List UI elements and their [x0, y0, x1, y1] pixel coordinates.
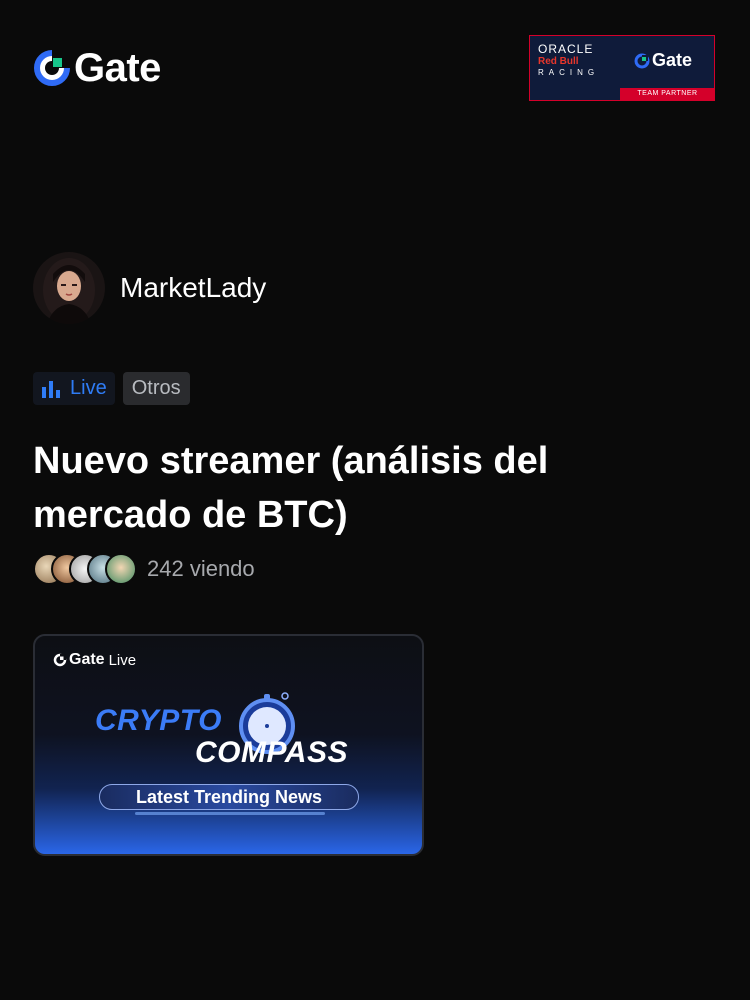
partner-gate-text: Gate: [652, 50, 693, 70]
oracle-text: ORACLE: [538, 42, 594, 56]
team-partner-band: TEAM PARTNER: [620, 88, 715, 100]
live-bars-icon: [42, 380, 60, 398]
oracle-redbull-logo: ORACLE Red Bull RACING: [538, 42, 618, 88]
thumb-brand-text: Gate: [69, 651, 105, 668]
gate-live-logo: Gate Live: [53, 651, 136, 669]
stream-thumbnail[interactable]: Gate Live CRYPTO COMPASS Latest Trending…: [33, 634, 424, 856]
gate-logo[interactable]: Gate: [34, 48, 161, 88]
stream-tags: Live Otros: [33, 372, 190, 405]
partner-gate-logo: Gate: [634, 50, 692, 71]
viewer-avatar: [105, 553, 137, 585]
thumb-pill: Latest Trending News: [99, 784, 359, 810]
avatar-icon[interactable]: [33, 252, 105, 324]
racing-text: RACING: [538, 68, 600, 77]
thumb-line-crypto: CRYPTO: [95, 704, 222, 737]
viewer-avatars: [33, 553, 137, 585]
viewer-count: 242 viendo: [147, 556, 255, 581]
stream-title: Nuevo streamer (análisis del mercado de …: [33, 440, 549, 536]
gate-logo-text: Gate: [74, 46, 161, 90]
category-tag[interactable]: Otros: [122, 372, 190, 405]
header: Gate ORACLE Red Bull RACING Gate TEAM PA…: [0, 0, 750, 130]
live-label: Live: [70, 377, 107, 399]
thumb-line-compass: COMPASS: [195, 736, 348, 769]
live-badge: Live: [33, 372, 115, 405]
partner-banner: ORACLE Red Bull RACING Gate TEAM PARTNER: [529, 35, 715, 101]
streamer-profile[interactable]: MarketLady: [33, 252, 266, 324]
gate-logo-icon: [53, 653, 67, 667]
thumb-brand-suffix: Live: [108, 651, 137, 669]
streamer-name[interactable]: MarketLady: [120, 272, 266, 304]
gate-logo-icon: [634, 53, 650, 68]
redbull-text: Red Bull: [538, 56, 579, 67]
gate-logo-icon: [34, 50, 70, 86]
viewers-row: 242 viendo: [33, 553, 255, 585]
category-label: Otros: [131, 377, 181, 399]
thumb-glow: [135, 812, 325, 815]
